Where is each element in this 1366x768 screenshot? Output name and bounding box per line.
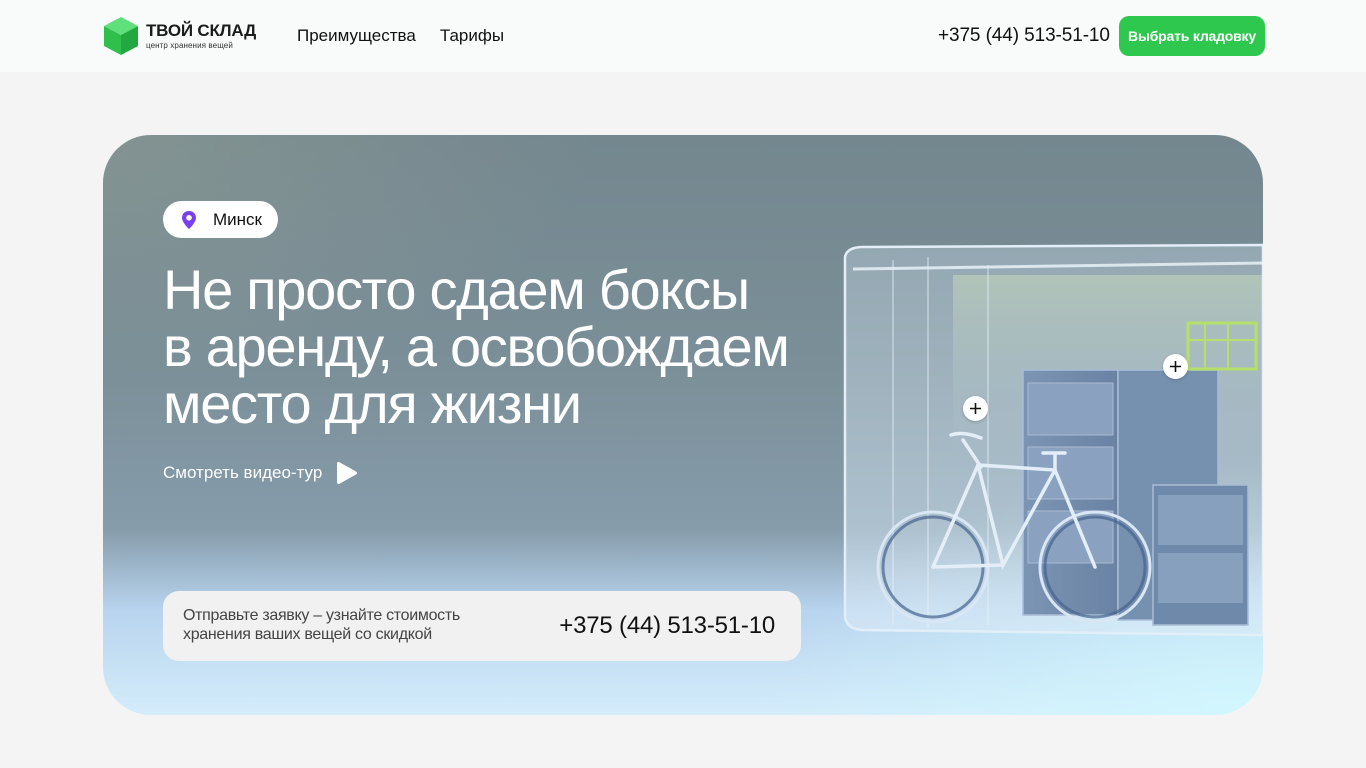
play-icon <box>337 461 358 485</box>
logo-tagline: центр хранения вещей <box>146 40 233 50</box>
hero-title-line-1: Не просто сдаем боксы <box>163 258 750 321</box>
city-selector[interactable]: Минск <box>163 201 278 238</box>
main-nav: Преимущества Тарифы <box>297 25 504 47</box>
video-tour-link[interactable]: Смотреть видео-тур <box>163 460 358 486</box>
choose-storage-button[interactable]: Выбрать кладовку <box>1119 16 1265 56</box>
header-phone-link[interactable]: +375 (44) 513-51-10 <box>938 24 1110 48</box>
storage-box-illustration <box>843 243 1263 637</box>
shelf-hotspot-button[interactable] <box>1163 354 1188 379</box>
green-box-icon <box>104 17 138 55</box>
logo[interactable]: ТВОЙ СКЛАД центр хранения вещей <box>103 16 256 56</box>
logo-title: ТВОЙ СКЛАД <box>146 20 257 40</box>
hero-title-line-3: место для жизни <box>163 372 582 435</box>
plus-icon <box>1170 361 1181 372</box>
plus-icon <box>970 403 981 414</box>
hero-title: Не просто сдаем боксы в аренду, а освобо… <box>163 261 823 432</box>
nav-item-advantages[interactable]: Преимущества <box>297 25 416 47</box>
callback-panel: Отправьте заявку – узнайте стоимость хра… <box>163 591 801 661</box>
hero-title-line-2: в аренду, а освобождаем <box>163 315 790 378</box>
city-label: Минск <box>213 209 262 229</box>
map-pin-icon <box>182 210 196 229</box>
site-header: ТВОЙ СКЛАД центр хранения вещей Преимуще… <box>0 0 1366 72</box>
bicycle-hotspot-button[interactable] <box>963 396 988 421</box>
nav-item-tariffs[interactable]: Тарифы <box>440 25 504 47</box>
hero-banner: Минск Не просто сдаем боксы в аренду, а … <box>103 135 1263 715</box>
callback-text: Отправьте заявку – узнайте стоимость хра… <box>183 607 460 643</box>
callback-phone-link[interactable]: +375 (44) 513-51-10 <box>559 612 775 640</box>
video-tour-label: Смотреть видео-тур <box>163 463 323 482</box>
